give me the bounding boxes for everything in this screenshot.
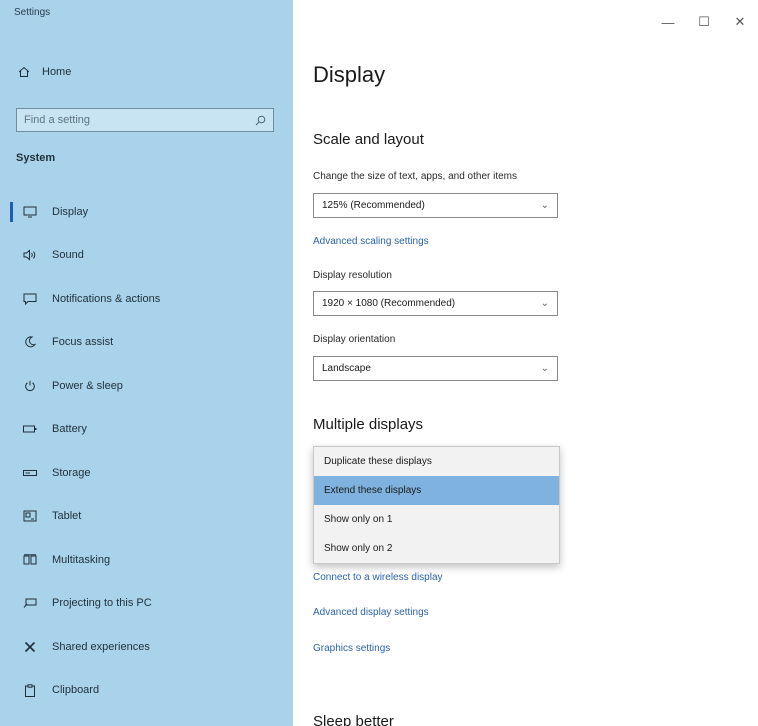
sidebar-item-sound[interactable]: Sound: [0, 234, 293, 278]
sidebar-item-label: Battery: [52, 423, 87, 436]
monitor-icon: [22, 204, 38, 220]
section-label-system: System: [16, 152, 56, 164]
orientation-select-value: Landscape: [322, 363, 371, 374]
sidebar-item-shared-experiences[interactable]: Shared experiences: [0, 625, 293, 669]
notification-icon: [22, 291, 38, 307]
section-heading-multiple-displays: Multiple displays: [313, 416, 424, 433]
shared-icon: [22, 639, 38, 655]
sidebar-item-storage[interactable]: Storage: [0, 451, 293, 495]
sidebar-item-projecting[interactable]: Projecting to this PC: [0, 582, 293, 626]
scale-select-value: 125% (Recommended): [322, 200, 425, 211]
main-content: — ☐ ✕ Display Scale and layout Change th…: [293, 0, 758, 726]
sidebar-item-label: Multitasking: [52, 553, 111, 566]
sidebar-item-display[interactable]: Display: [0, 190, 293, 234]
close-button[interactable]: ✕: [722, 10, 758, 34]
sidebar-item-label: Storage: [52, 466, 91, 479]
section-heading-sleep: Sleep better: [313, 713, 394, 726]
settings-window: Settings Home System Display: [0, 0, 758, 726]
sidebar-item-label: Tablet: [52, 510, 82, 523]
scale-label: Change the size of text, apps, and other…: [313, 171, 518, 182]
option-show-only-2[interactable]: Show only on 2: [314, 534, 559, 563]
graphics-settings-link[interactable]: Graphics settings: [313, 643, 390, 654]
speaker-icon: [22, 247, 38, 263]
orientation-label: Display orientation: [313, 334, 396, 345]
multitasking-icon: [22, 552, 38, 568]
wireless-display-link[interactable]: Connect to a wireless display: [313, 572, 443, 583]
projecting-icon: [22, 595, 38, 611]
moon-icon: [22, 334, 38, 350]
sidebar-item-power-sleep[interactable]: Power & sleep: [0, 364, 293, 408]
sidebar-item-battery[interactable]: Battery: [0, 408, 293, 452]
sidebar-item-label: Notifications & actions: [52, 292, 161, 305]
section-heading-scale: Scale and layout: [313, 131, 424, 148]
sidebar-item-label: Sound: [52, 249, 84, 262]
resolution-label: Display resolution: [313, 270, 392, 281]
option-show-only-1[interactable]: Show only on 1: [314, 505, 559, 534]
sidebar: Settings Home System Display: [0, 0, 293, 726]
sidebar-item-label: Projecting to this PC: [52, 597, 152, 610]
power-icon: [22, 378, 38, 394]
window-controls: — ☐ ✕: [650, 10, 758, 34]
sidebar-home[interactable]: Home: [18, 66, 71, 78]
sidebar-item-label: Power & sleep: [52, 379, 123, 392]
sidebar-item-focus-assist[interactable]: Focus assist: [0, 321, 293, 365]
search-icon[interactable]: [255, 115, 266, 126]
option-extend[interactable]: Extend these displays: [314, 476, 559, 505]
storage-icon: [22, 465, 38, 481]
advanced-scaling-link[interactable]: Advanced scaling settings: [313, 236, 429, 247]
sidebar-item-clipboard[interactable]: Clipboard: [0, 669, 293, 713]
search-box[interactable]: [16, 108, 274, 132]
orientation-select[interactable]: Landscape ⌄: [313, 356, 558, 381]
sidebar-nav: Display Sound Notifications & actions Fo…: [0, 190, 293, 712]
home-label: Home: [42, 66, 72, 78]
chevron-down-icon: ⌄: [540, 298, 549, 309]
resolution-select[interactable]: 1920 × 1080 (Recommended) ⌄: [313, 291, 558, 316]
chevron-down-icon: ⌄: [540, 363, 549, 374]
scale-select[interactable]: 125% (Recommended) ⌄: [313, 193, 558, 218]
app-title: Settings: [14, 7, 51, 18]
home-icon: [18, 66, 30, 78]
sidebar-item-tablet[interactable]: Tablet: [0, 495, 293, 539]
sidebar-item-label: Display: [52, 205, 89, 218]
sidebar-item-notifications[interactable]: Notifications & actions: [0, 277, 293, 321]
minimize-button[interactable]: —: [650, 10, 686, 34]
clipboard-icon: [22, 682, 38, 698]
sidebar-item-label: Clipboard: [52, 684, 100, 697]
maximize-button[interactable]: ☐: [686, 10, 722, 34]
sidebar-item-label: Focus assist: [52, 336, 114, 349]
resolution-select-value: 1920 × 1080 (Recommended): [322, 298, 456, 309]
page-title: Display: [313, 62, 386, 87]
search-input[interactable]: [24, 114, 244, 126]
option-duplicate[interactable]: Duplicate these displays: [314, 447, 559, 476]
multiple-displays-dropdown[interactable]: Duplicate these displays Extend these di…: [313, 446, 560, 564]
sidebar-item-label: Shared experiences: [52, 640, 150, 653]
battery-icon: [22, 421, 38, 437]
tablet-icon: [22, 508, 38, 524]
sidebar-item-multitasking[interactable]: Multitasking: [0, 538, 293, 582]
chevron-down-icon: ⌄: [540, 200, 549, 211]
advanced-display-link[interactable]: Advanced display settings: [313, 607, 429, 618]
